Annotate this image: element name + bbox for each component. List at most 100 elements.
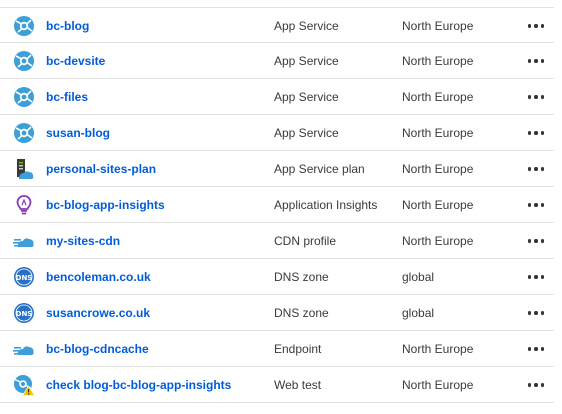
app-service-icon (13, 50, 35, 72)
web-test-icon (13, 374, 35, 396)
resource-name-link[interactable]: bc-blog (46, 19, 89, 33)
more-options-button[interactable] (526, 375, 546, 395)
resource-location: North Europe (402, 54, 474, 68)
resource-location: North Europe (402, 90, 474, 104)
ellipsis-dot (540, 383, 545, 387)
resource-row[interactable]: DNS bencoleman.co.uk DNS zone global (0, 259, 554, 295)
ellipsis-dot (540, 311, 545, 315)
resource-name-link[interactable]: bencoleman.co.uk (46, 270, 151, 284)
resource-type: Web test (274, 378, 322, 392)
more-options-button[interactable] (526, 231, 546, 251)
ellipsis-dot (540, 167, 545, 171)
ellipsis-dot (527, 59, 532, 63)
ellipsis-dot (534, 275, 538, 279)
resource-name-link[interactable]: bc-devsite (46, 54, 105, 68)
ellipsis-dot (534, 203, 538, 207)
resource-location: North Europe (402, 234, 474, 248)
resource-row[interactable]: susan-blog App Service North Europe (0, 115, 554, 151)
resource-location: North Europe (402, 19, 474, 33)
resource-location: North Europe (402, 378, 474, 392)
ellipsis-dot (534, 347, 538, 351)
more-options-button[interactable] (526, 267, 546, 287)
resource-type: DNS zone (274, 306, 329, 320)
resource-row[interactable]: check blog-bc-blog-app-insights Web test… (0, 367, 554, 403)
resource-type: App Service (274, 126, 339, 140)
resource-name-link[interactable]: check blog-bc-blog-app-insights (46, 378, 231, 392)
more-options-button[interactable] (526, 87, 546, 107)
resource-row[interactable]: my-sites-cdn CDN profile North Europe (0, 223, 554, 259)
ellipsis-dot (534, 131, 538, 135)
app-service-icon (13, 122, 35, 144)
resource-list: bc-blog App Service North Europe bc-devs… (0, 7, 554, 403)
ellipsis-dot (540, 131, 545, 135)
ellipsis-dot (534, 167, 538, 171)
resource-name-link[interactable]: bc-files (46, 90, 88, 104)
ellipsis-dot (527, 203, 532, 207)
svg-text:DNS: DNS (16, 274, 33, 282)
resource-type: App Service (274, 90, 339, 104)
more-options-button[interactable] (526, 195, 546, 215)
lightbulb-icon (13, 194, 35, 216)
resource-type: Endpoint (274, 342, 322, 356)
ellipsis-dot (527, 95, 532, 99)
ellipsis-dot (540, 347, 545, 351)
resource-name-link[interactable]: susancrowe.co.uk (46, 306, 150, 320)
ellipsis-dot (534, 59, 538, 63)
resource-row[interactable]: bc-blog App Service North Europe (0, 7, 554, 43)
ellipsis-dot (540, 59, 545, 63)
svg-text:DNS: DNS (16, 310, 33, 318)
more-options-button[interactable] (526, 159, 546, 179)
dns-icon: DNS (13, 302, 35, 324)
ellipsis-dot (540, 95, 545, 99)
resource-location: North Europe (402, 162, 474, 176)
resource-type: App Service (274, 19, 339, 33)
resource-type: Application Insights (274, 198, 378, 212)
resource-row[interactable]: bc-blog-app-insights Application Insight… (0, 187, 554, 223)
ellipsis-dot (540, 275, 545, 279)
resource-name-link[interactable]: personal-sites-plan (46, 162, 156, 176)
app-service-icon (13, 15, 35, 37)
ellipsis-dot (534, 24, 538, 28)
cdn-cloud-icon (13, 338, 35, 360)
resource-type: App Service plan (274, 162, 365, 176)
resource-row[interactable]: bc-files App Service North Europe (0, 79, 554, 115)
more-options-button[interactable] (526, 303, 546, 323)
more-options-button[interactable] (526, 51, 546, 71)
resource-name-link[interactable]: bc-blog-app-insights (46, 198, 165, 212)
ellipsis-dot (527, 311, 532, 315)
resource-location: North Europe (402, 126, 474, 140)
app-service-icon (13, 86, 35, 108)
ellipsis-dot (534, 239, 538, 243)
ellipsis-dot (527, 275, 532, 279)
resource-type: App Service (274, 54, 339, 68)
ellipsis-dot (540, 239, 545, 243)
app-service-plan-icon (13, 158, 35, 180)
cdn-cloud-icon (13, 230, 35, 252)
resource-location: North Europe (402, 342, 474, 356)
ellipsis-dot (540, 203, 545, 207)
resource-location: global (402, 270, 435, 284)
dns-icon: DNS (13, 266, 35, 288)
resource-location: North Europe (402, 198, 474, 212)
resource-row[interactable]: bc-blog-cdncache Endpoint North Europe (0, 331, 554, 367)
resource-name-link[interactable]: bc-blog-cdncache (46, 342, 149, 356)
ellipsis-dot (527, 131, 532, 135)
resource-type: DNS zone (274, 270, 329, 284)
resource-name-link[interactable]: susan-blog (46, 126, 110, 140)
ellipsis-dot (527, 24, 532, 28)
more-options-button[interactable] (526, 339, 546, 359)
resource-row[interactable]: DNS susancrowe.co.uk DNS zone global (0, 295, 554, 331)
resource-row[interactable]: bc-devsite App Service North Europe (0, 43, 554, 79)
more-options-button[interactable] (526, 123, 546, 143)
ellipsis-dot (527, 347, 532, 351)
resource-row[interactable]: personal-sites-plan App Service plan Nor… (0, 151, 554, 187)
resource-name-link[interactable]: my-sites-cdn (46, 234, 120, 248)
resource-location: global (402, 306, 435, 320)
ellipsis-dot (534, 311, 538, 315)
more-options-button[interactable] (526, 16, 546, 36)
resource-type: CDN profile (274, 234, 337, 248)
ellipsis-dot (540, 24, 545, 28)
ellipsis-dot (534, 95, 538, 99)
ellipsis-dot (534, 383, 538, 387)
ellipsis-dot (527, 167, 532, 171)
